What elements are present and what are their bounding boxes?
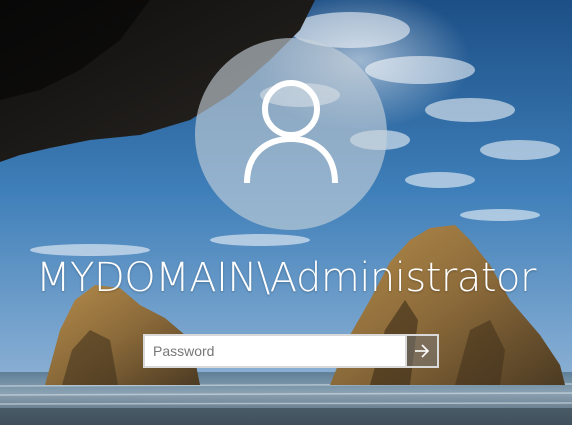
- password-row: [143, 334, 439, 368]
- arrow-right-icon: [415, 344, 430, 358]
- account-username: MYDOMAIN\Administrator: [36, 255, 536, 301]
- user-silhouette-icon: [244, 80, 338, 184]
- password-input[interactable]: [143, 334, 407, 368]
- user-avatar: [195, 38, 387, 230]
- submit-button[interactable]: [407, 334, 439, 368]
